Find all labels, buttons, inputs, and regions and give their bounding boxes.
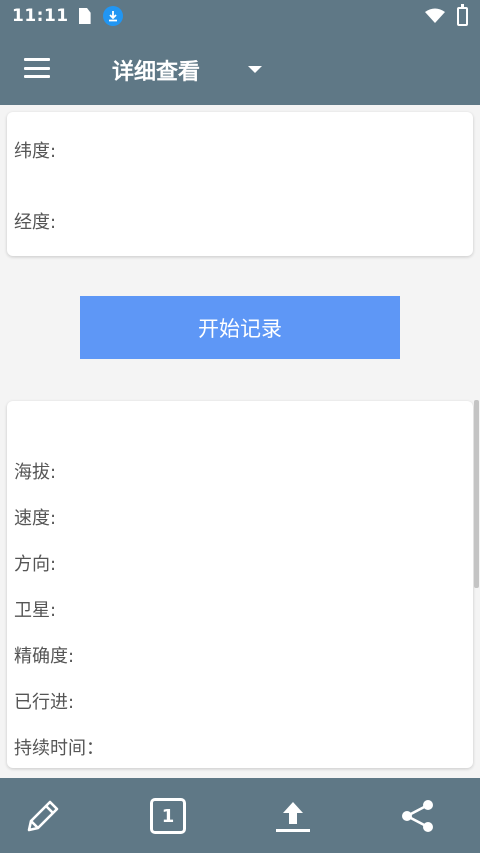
dropdown-icon[interactable] [248,66,262,73]
upload-icon[interactable] [273,796,313,836]
satellite-label: 卫星: [14,600,57,621]
direction-label: 方向: [14,554,57,575]
page-badge-icon[interactable]: 1 [148,796,188,836]
battery-icon [457,3,468,26]
share-icon[interactable] [398,796,438,836]
altitude-label: 海拔: [14,462,57,483]
details-card: 海拔: 速度: 方向: 卫星: 精确度: 已行进: 持续时间： [7,401,473,768]
status-time: 11:11 [12,6,69,26]
longitude-label: 经度: [14,212,57,233]
accuracy-label: 精确度: [14,646,75,667]
status-bar: 11:11 [0,0,480,32]
location-card: 纬度: 经度: [7,112,473,256]
status-icons [425,3,468,26]
app-bar: 详细查看 [0,32,480,105]
duration-label: 持续时间： [14,738,104,759]
speed-label: 速度: [14,508,57,529]
bottom-toolbar: 1 [0,778,480,853]
edit-icon[interactable] [23,796,63,836]
download-icon [102,6,123,26]
wifi-icon [425,8,445,23]
page-title: 详细查看 [112,60,201,85]
latitude-label: 纬度: [14,141,57,162]
distance-label: 已行进: [14,692,75,713]
menu-icon[interactable] [24,58,50,78]
scrollbar[interactable] [474,400,479,588]
start-record-button[interactable]: 开始记录 [80,296,400,359]
sim-card-icon [78,8,91,24]
